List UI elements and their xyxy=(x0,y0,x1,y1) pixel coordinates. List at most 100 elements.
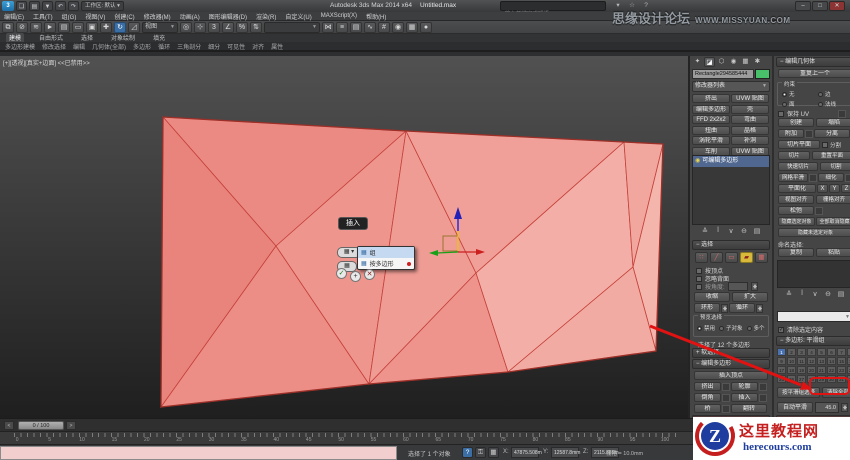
make-planar-button[interactable]: 平面化 xyxy=(778,184,816,193)
modifier-button[interactable]: 涡轮平滑 xyxy=(692,136,730,145)
rollout-smoothing-groups[interactable]: − 多边形: 平滑组 xyxy=(776,336,850,346)
ribbon-panel-label[interactable]: 可见性 xyxy=(227,42,245,51)
shrink-button[interactable]: 收缩 xyxy=(694,292,730,302)
smoothing-group-button[interactable]: 17 xyxy=(777,366,786,374)
motion-tab[interactable]: ◉ xyxy=(728,57,739,67)
auto-smooth-button[interactable]: 自动平滑 xyxy=(777,402,813,413)
ribbon-panel-label[interactable]: 几何体(全部) xyxy=(92,42,126,51)
modifier-button[interactable]: 编辑多边形 xyxy=(692,104,730,114)
paste-button[interactable]: 粘贴 xyxy=(816,248,850,257)
preview-radio[interactable]: 多个 xyxy=(746,324,765,332)
select-move-icon[interactable]: ✚ xyxy=(100,21,112,33)
hierarchy-tab[interactable]: ⬡ xyxy=(716,57,727,67)
pin-stack-icon[interactable]: ≙ xyxy=(783,290,796,298)
modifier-list-dropdown[interactable]: 修改器列表 ▼ xyxy=(692,81,770,92)
smoothing-group-button[interactable]: 15 xyxy=(837,357,846,365)
collapse-button[interactable]: 塌陷 xyxy=(816,118,850,127)
select-link-icon[interactable]: ⧉ xyxy=(2,21,14,33)
inset-settings-icon[interactable] xyxy=(759,393,767,402)
modifier-button[interactable]: UVW 贴图 xyxy=(731,94,769,103)
open-file-icon[interactable]: ▤ xyxy=(29,1,40,11)
menu-item[interactable]: 视图(V) xyxy=(85,12,105,21)
inset-button[interactable]: 插入 xyxy=(731,393,758,402)
attach-button[interactable]: 附加 xyxy=(778,129,804,138)
viewport-label[interactable]: [+][透视][真实+边面] <<已禁用>> xyxy=(3,58,90,67)
configure-sets-icon[interactable]: ▤ xyxy=(751,227,764,235)
modifier-button[interactable]: 挤出 xyxy=(692,94,730,103)
smoothing-group-button[interactable]: 4 xyxy=(807,348,816,356)
polygon-icon[interactable]: ▰ xyxy=(740,252,753,263)
loop-spinner[interactable] xyxy=(756,303,763,313)
modifier-button[interactable]: 弯曲 xyxy=(731,115,769,124)
smoothing-group-button[interactable]: 18 xyxy=(787,366,796,374)
planar-x-button[interactable]: X xyxy=(817,184,828,193)
layer-manager-icon[interactable]: ▤ xyxy=(350,21,362,33)
insert-vertex-button[interactable]: 插入顶点 xyxy=(694,371,768,380)
smoothing-group-button[interactable]: 1 xyxy=(777,348,786,356)
utilities-tab[interactable]: ✱ xyxy=(752,57,763,67)
display-tab[interactable]: ▦ xyxy=(740,57,751,67)
smoothing-group-button[interactable]: 9 xyxy=(777,357,786,365)
infocenter-search[interactable] xyxy=(500,1,606,18)
caddy-apply-button[interactable]: + xyxy=(350,271,361,282)
modifier-button[interactable]: 扭曲 xyxy=(692,125,730,135)
smoothing-group-button[interactable]: 19 xyxy=(797,366,806,374)
absolute-mode-icon[interactable]: ▦ xyxy=(488,447,499,458)
menu-item[interactable]: 渲染(R) xyxy=(256,12,276,21)
hide-unselected-button[interactable]: 隐藏未选定对象 xyxy=(778,228,850,237)
ignore-backfacing-checkbox[interactable] xyxy=(696,275,702,282)
quickslice-button[interactable]: 快速切片 xyxy=(778,162,818,171)
maxscript-mini-listener[interactable] xyxy=(0,446,397,460)
repeat-last-button[interactable]: 重复上一个 xyxy=(778,69,850,78)
angle-snap-icon[interactable]: ∠ xyxy=(222,21,234,33)
smoothing-group-button[interactable]: 26 xyxy=(787,375,796,383)
stack-item-editable-poly[interactable]: ◉ 可编辑多边形 xyxy=(693,156,769,167)
tessellate-settings-icon[interactable] xyxy=(845,173,850,182)
select-rotate-icon[interactable]: ↻ xyxy=(114,21,126,33)
visibility-bulb-icon[interactable]: ◉ xyxy=(695,156,700,167)
detach-button[interactable]: 分离 xyxy=(814,129,850,138)
ribbon-panel-label[interactable]: 循环 xyxy=(158,42,170,51)
smoothing-group-button[interactable]: 14 xyxy=(827,357,836,365)
slice-plane-button[interactable]: 切片平面 xyxy=(778,140,820,149)
show-end-result-icon[interactable]: ǀ xyxy=(712,227,725,235)
select-by-name-icon[interactable]: ▤ xyxy=(58,21,70,33)
named-selection-list[interactable] xyxy=(777,260,850,288)
extrude-button[interactable]: 挤出 xyxy=(694,382,721,391)
unhide-all-button[interactable]: 全部取消隐藏 xyxy=(816,217,850,226)
msmooth-settings-icon[interactable] xyxy=(809,173,817,182)
smoothing-group-button[interactable]: 27 xyxy=(797,375,806,383)
object-name-field[interactable]: Rectangle294585444 xyxy=(692,69,754,79)
copy-button[interactable]: 复制 xyxy=(778,248,814,257)
view-align-button[interactable]: 视图对齐 xyxy=(778,195,814,204)
caddy-cancel-button[interactable]: ✕ xyxy=(364,269,375,280)
border-icon[interactable]: ▭ xyxy=(725,252,738,263)
menu-item[interactable]: 工具(T) xyxy=(33,12,53,21)
cut-button[interactable]: 切割 xyxy=(820,162,850,171)
schematic-view-icon[interactable]: # xyxy=(378,21,390,33)
attach-settings-icon[interactable] xyxy=(805,129,813,138)
close-button[interactable]: ✕ xyxy=(829,1,845,11)
viewport[interactable]: [+][透视][真实+边面] <<已禁用>> xyxy=(0,56,688,418)
show-end-result-icon[interactable]: ǀ xyxy=(796,290,809,298)
menu-item[interactable]: 图形编辑器(D) xyxy=(209,12,247,21)
smoothing-group-button[interactable]: 25 xyxy=(777,375,786,383)
named-selection-combo[interactable]: ▼ xyxy=(777,311,850,322)
relax-settings-icon[interactable] xyxy=(815,206,823,215)
percent-snap-icon[interactable]: % xyxy=(236,21,248,33)
select-by-sg-button[interactable]: 按平滑组选择 xyxy=(777,387,820,398)
render-setup-icon[interactable]: ▦ xyxy=(406,21,418,33)
selection-lock-icon[interactable]: ⚿ xyxy=(475,447,486,458)
next-frame-button[interactable]: > xyxy=(66,421,76,430)
smoothing-group-button[interactable]: 2 xyxy=(787,348,796,356)
material-editor-icon[interactable]: ◉ xyxy=(392,21,404,33)
planar-z-button[interactable]: Z xyxy=(841,184,850,193)
isolate-help-icon[interactable]: ? xyxy=(462,447,473,458)
remove-modifier-icon[interactable]: ⊖ xyxy=(738,227,751,235)
spinner-snap-icon[interactable]: ⇅ xyxy=(250,21,262,33)
element-icon[interactable]: ▦ xyxy=(755,252,768,263)
undo-icon[interactable]: ↶ xyxy=(55,1,66,11)
bind-spacewarp-icon[interactable]: ≋ xyxy=(30,21,42,33)
bevel-settings-icon[interactable] xyxy=(722,393,730,402)
bridge-button[interactable]: 桥 xyxy=(694,404,721,413)
